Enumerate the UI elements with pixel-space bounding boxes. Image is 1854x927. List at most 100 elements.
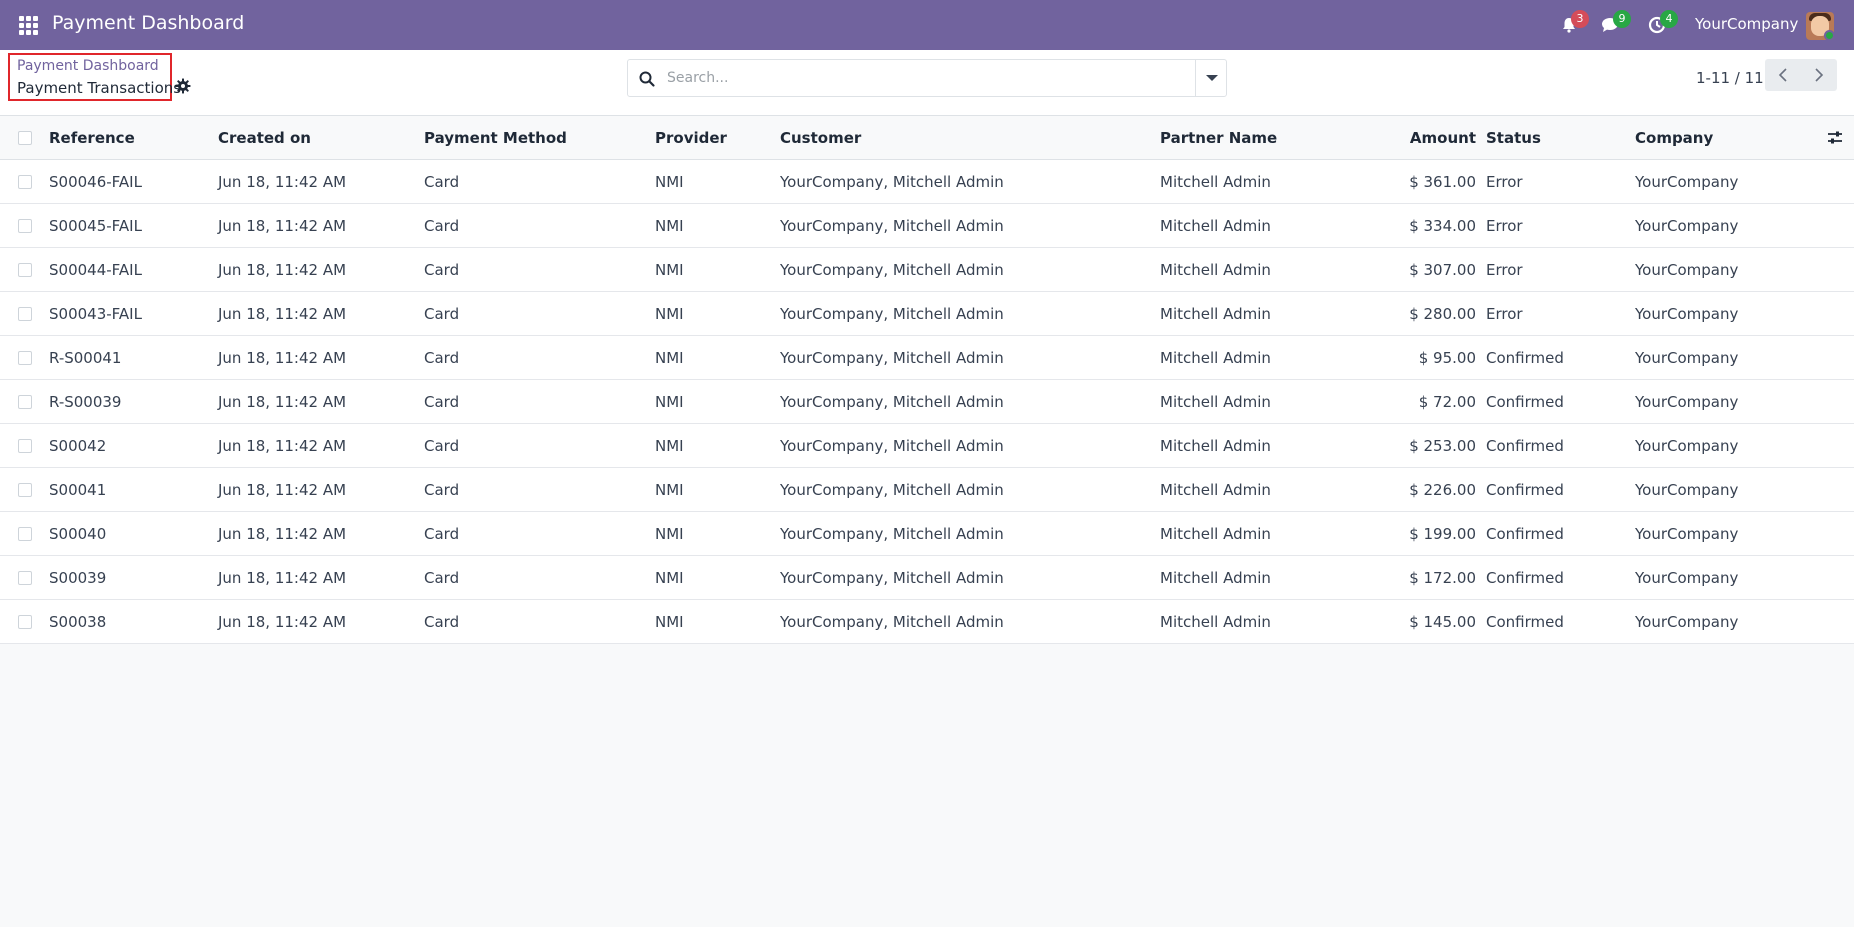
cell-provider: NMI	[655, 525, 684, 543]
activity-badge: 3	[1571, 10, 1589, 28]
cell-provider: NMI	[655, 305, 684, 323]
cell-reference: R-S00041	[49, 349, 122, 367]
cell-amount: $ 334.00	[1409, 217, 1476, 235]
cell-payment-method: Card	[424, 437, 460, 455]
cell-provider: NMI	[655, 393, 684, 411]
cell-company: YourCompany	[1635, 305, 1739, 323]
cell-reference: S00040	[49, 525, 107, 543]
transactions-table: Reference Created on Payment Method Prov…	[0, 116, 1854, 644]
cell-customer: YourCompany, Mitchell Admin	[780, 305, 1004, 323]
cell-company: YourCompany	[1635, 613, 1739, 631]
table-row[interactable]: S00045-FAIL Jun 18, 11:42 AM Card NMI YourCo…	[0, 204, 1854, 248]
header-partner-name[interactable]: Partner Name	[1160, 129, 1277, 147]
header-reference[interactable]: Reference	[49, 129, 135, 147]
cell-company: YourCompany	[1635, 349, 1739, 367]
table-row[interactable]: S00038 Jun 18, 11:42 AM Card NMI YourCompany…	[0, 600, 1854, 644]
cell-partner-name: Mitchell Admin	[1160, 393, 1271, 411]
cell-created-on: Jun 18, 11:42 AM	[218, 305, 347, 323]
header-created-on[interactable]: Created on	[218, 129, 311, 147]
select-all-checkbox[interactable]	[18, 131, 32, 145]
messages-button[interactable]: 9	[1600, 10, 1631, 35]
cell-status: Error	[1486, 305, 1523, 323]
cell-company: YourCompany	[1635, 525, 1739, 543]
table-header: Reference Created on Payment Method Prov…	[0, 116, 1854, 160]
chevron-right-icon	[1815, 68, 1824, 82]
row-checkbox[interactable]	[18, 527, 32, 541]
cell-created-on: Jun 18, 11:42 AM	[218, 525, 347, 543]
table-row[interactable]: S00042 Jun 18, 11:42 AM Card NMI YourCompany…	[0, 424, 1854, 468]
header-amount[interactable]: Amount	[1360, 129, 1476, 147]
row-checkbox[interactable]	[18, 483, 32, 497]
header-payment-method[interactable]: Payment Method	[424, 129, 567, 147]
cell-provider: NMI	[655, 569, 684, 587]
cell-payment-method: Card	[424, 217, 460, 235]
row-checkbox[interactable]	[18, 395, 32, 409]
online-status-dot	[1824, 30, 1834, 40]
header-status[interactable]: Status	[1486, 129, 1541, 147]
sliders-icon[interactable]	[1826, 129, 1844, 147]
cell-customer: YourCompany, Mitchell Admin	[780, 569, 1004, 587]
cell-amount: $ 361.00	[1409, 173, 1476, 191]
cell-partner-name: Mitchell Admin	[1160, 349, 1271, 367]
cell-amount: $ 307.00	[1409, 261, 1476, 279]
activities-button[interactable]: 4	[1647, 10, 1678, 35]
cell-status: Confirmed	[1486, 393, 1564, 411]
table-row[interactable]: S00046-FAIL Jun 18, 11:42 AM Card NMI YourCo…	[0, 160, 1854, 204]
table-row[interactable]: R-S00041 Jun 18, 11:42 AM Card NMI YourCompa…	[0, 336, 1854, 380]
table-row[interactable]: R-S00039 Jun 18, 11:42 AM Card NMI YourCompa…	[0, 380, 1854, 424]
apps-grid-icon[interactable]	[19, 16, 38, 35]
header-customer[interactable]: Customer	[780, 129, 861, 147]
table-row[interactable]: S00039 Jun 18, 11:42 AM Card NMI YourCompany…	[0, 556, 1854, 600]
row-checkbox[interactable]	[18, 307, 32, 321]
header-company[interactable]: Company	[1635, 129, 1713, 147]
cell-customer: YourCompany, Mitchell Admin	[780, 613, 1004, 631]
row-checkbox[interactable]	[18, 615, 32, 629]
cell-reference: S00045-FAIL	[49, 217, 142, 235]
table-row[interactable]: S00043-FAIL Jun 18, 11:42 AM Card NMI YourCo…	[0, 292, 1854, 336]
cell-reference: S00041	[49, 481, 107, 499]
breadcrumb-parent-link[interactable]: Payment Dashboard	[17, 58, 159, 74]
cell-payment-method: Card	[424, 569, 460, 587]
cell-status: Error	[1486, 261, 1523, 279]
cell-status: Error	[1486, 217, 1523, 235]
top-navbar: Payment Dashboard 3 9 4 YourCompany	[0, 0, 1854, 50]
row-checkbox[interactable]	[18, 351, 32, 365]
activity-bell-button[interactable]: 3	[1558, 10, 1589, 35]
cell-reference: S00038	[49, 613, 107, 631]
gear-icon[interactable]	[175, 78, 191, 94]
row-checkbox[interactable]	[18, 263, 32, 277]
table-row[interactable]: S00040 Jun 18, 11:42 AM Card NMI YourCompany…	[0, 512, 1854, 556]
cell-customer: YourCompany, Mitchell Admin	[780, 261, 1004, 279]
activities-badge: 4	[1660, 10, 1678, 28]
cell-reference: S00044-FAIL	[49, 261, 142, 279]
cell-created-on: Jun 18, 11:42 AM	[218, 261, 347, 279]
cell-partner-name: Mitchell Admin	[1160, 305, 1271, 323]
pager-next-button[interactable]	[1801, 59, 1837, 91]
header-provider[interactable]: Provider	[655, 129, 727, 147]
caret-down-icon	[1206, 75, 1218, 81]
row-checkbox[interactable]	[18, 219, 32, 233]
search-bar	[627, 59, 1227, 97]
row-checkbox[interactable]	[18, 571, 32, 585]
messages-badge: 9	[1613, 10, 1631, 28]
cell-status: Error	[1486, 173, 1523, 191]
app-brand[interactable]: Payment Dashboard	[52, 12, 244, 34]
search-filters-toggle[interactable]	[1195, 60, 1226, 96]
search-input[interactable]	[667, 61, 1187, 95]
user-avatar[interactable]	[1806, 12, 1834, 40]
cell-payment-method: Card	[424, 173, 460, 191]
cell-provider: NMI	[655, 349, 684, 367]
cell-partner-name: Mitchell Admin	[1160, 569, 1271, 587]
table-row[interactable]: S00041 Jun 18, 11:42 AM Card NMI YourCompany…	[0, 468, 1854, 512]
table-row[interactable]: S00044-FAIL Jun 18, 11:42 AM Card NMI YourCo…	[0, 248, 1854, 292]
pager-previous-button[interactable]	[1765, 59, 1801, 91]
cell-amount: $ 226.00	[1409, 481, 1476, 499]
pager-value[interactable]: 1-11 / 11	[1696, 69, 1764, 87]
company-switcher[interactable]: YourCompany	[1695, 15, 1798, 33]
row-checkbox[interactable]	[18, 439, 32, 453]
cell-payment-method: Card	[424, 305, 460, 323]
row-checkbox[interactable]	[18, 175, 32, 189]
cell-provider: NMI	[655, 613, 684, 631]
cell-amount: $ 172.00	[1409, 569, 1476, 587]
cell-created-on: Jun 18, 11:42 AM	[218, 349, 347, 367]
